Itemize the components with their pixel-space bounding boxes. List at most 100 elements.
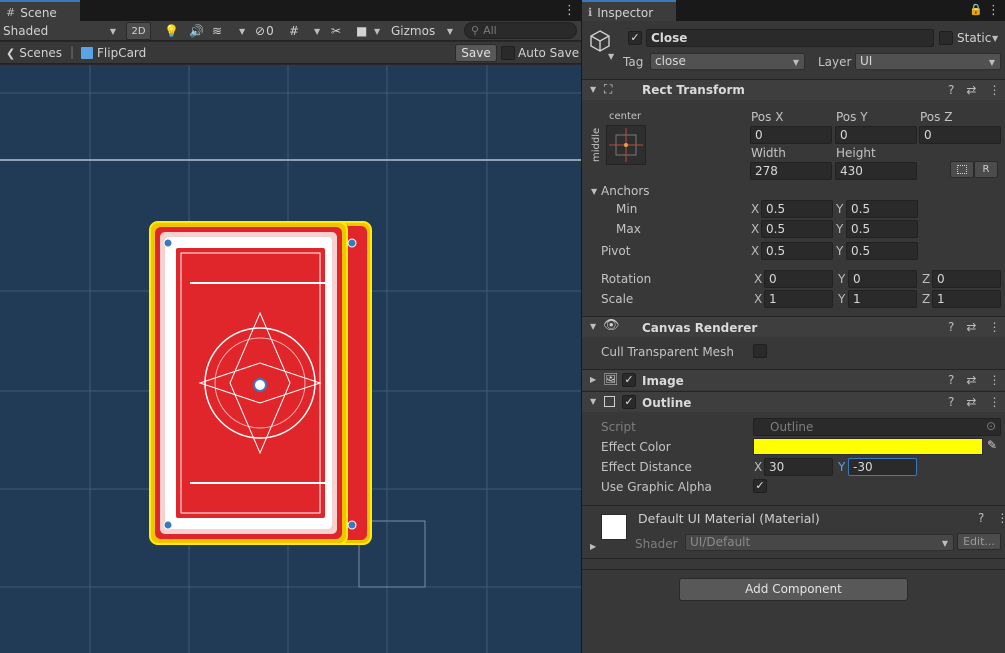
scene-search-input[interactable]: ⚲ All [464, 22, 577, 39]
help-icon[interactable]: ? [948, 320, 954, 334]
anchors-label[interactable]: Anchors [601, 184, 650, 198]
image-enabled-checkbox[interactable]: ✓ [622, 373, 636, 387]
eye-icon: 👁 [603, 318, 620, 333]
static-checkbox[interactable] [939, 31, 953, 45]
edit-shader-button[interactable]: Edit... [957, 533, 1001, 550]
lighting-icon[interactable]: 💡 [164, 22, 179, 40]
chevron-down-icon[interactable]: ▼ [591, 187, 597, 196]
height-input[interactable]: 430 [835, 162, 917, 180]
chevron-down-icon[interactable]: ▼ [239, 22, 245, 40]
active-checkbox[interactable]: ✓ [628, 31, 642, 45]
hidden-objects-icon[interactable]: ⊘ 0 [255, 22, 274, 40]
canvas-renderer-header[interactable]: ▼ 👁 Canvas Renderer ? ⇄ ⋮ [582, 316, 1005, 337]
help-icon[interactable]: ? [948, 373, 954, 387]
grid-snap-icon[interactable]: # [289, 22, 299, 40]
chevron-down-icon[interactable]: ▼ [374, 22, 380, 40]
save-button[interactable]: Save [455, 44, 497, 62]
component-header-icons: ? ⇄ ⋮ [948, 320, 1000, 334]
axis-y-label: Y [838, 272, 846, 286]
chevron-down-icon[interactable]: ▼ [608, 52, 614, 61]
flip-card[interactable] [149, 221, 357, 545]
effect-distance-label: Effect Distance [601, 460, 692, 474]
tools-icon[interactable]: ✂ [331, 22, 341, 40]
image-component-header[interactable]: ▶ 🖼 ✓ Image ? ⇄ ⋮ [582, 369, 1005, 390]
presets-icon[interactable]: ⇄ [966, 320, 976, 334]
target-icon[interactable]: ⊙ [986, 419, 996, 433]
presets-icon[interactable]: ⇄ [966, 395, 976, 409]
cull-transparent-mesh-checkbox[interactable] [753, 344, 767, 358]
anchor-preset-icon [609, 128, 643, 162]
more-menu-icon[interactable]: ⋮ [988, 395, 1000, 409]
effect-color-swatch[interactable] [753, 438, 983, 455]
more-menu-icon[interactable]: ⋮ [987, 3, 1000, 18]
tab-scene[interactable]: # Scene [0, 0, 80, 21]
scene-viewport[interactable] [0, 65, 581, 653]
scale-x-input[interactable]: 1 [764, 290, 833, 308]
pos-x-input[interactable]: 0 [750, 126, 832, 144]
pos-y-input[interactable]: 0 [835, 126, 917, 144]
shader-dropdown[interactable]: UI/Default [685, 534, 954, 551]
anchor-min-y-input[interactable]: 0.5 [846, 200, 918, 218]
rect-transform-header[interactable]: ▼ ⛶ Rect Transform ? ⇄ ⋮ [582, 79, 1005, 100]
anchor-max-y-input[interactable]: 0.5 [846, 220, 918, 238]
pivot-y-input[interactable]: 0.5 [846, 242, 918, 260]
chevron-right-icon[interactable]: ▶ [590, 542, 596, 551]
scale-y-input[interactable]: 1 [848, 290, 917, 308]
auto-save-checkbox[interactable] [501, 46, 515, 60]
help-icon[interactable]: ? [978, 511, 984, 525]
gizmos-dropdown[interactable]: Gizmos ▼ [391, 22, 455, 40]
presets-icon[interactable]: ⇄ [966, 373, 976, 387]
outline-component-header[interactable]: ▼ ✓ Outline ? ⇄ ⋮ [582, 391, 1005, 412]
material-preview[interactable] [601, 514, 627, 540]
width-label: Width [751, 146, 786, 160]
effects-icon[interactable]: ≋ [212, 22, 222, 40]
scale-z-input[interactable]: 1 [932, 290, 1001, 308]
tab-inspector[interactable]: ℹ Inspector [582, 0, 676, 21]
anchor-min-x-input[interactable]: 0.5 [761, 200, 833, 218]
anchor-max-label: Max [616, 222, 641, 236]
canvas-renderer-title: Canvas Renderer [642, 321, 758, 335]
effect-distance-y-input[interactable]: -30 [848, 458, 917, 476]
outline-enabled-checkbox[interactable]: ✓ [622, 395, 636, 409]
eyedropper-icon[interactable]: ✎ [987, 438, 997, 452]
axis-x-label: X [751, 244, 760, 258]
rotation-y-input[interactable]: 0 [848, 270, 917, 288]
use-graphic-alpha-checkbox[interactable]: ✓ [753, 479, 767, 493]
scene-panel: # Scene ⋮ Shaded ▼ 2D 💡 🔊 ≋ ▼ ⊘ 0 # ▼ ✂ ■… [0, 0, 581, 653]
search-icon: ⚲ [471, 24, 480, 37]
2d-mode-button[interactable]: 2D [126, 22, 151, 40]
width-input[interactable]: 278 [750, 162, 832, 180]
help-icon[interactable]: ? [948, 83, 954, 97]
layer-dropdown[interactable]: UI [855, 53, 1001, 70]
rotation-z-input[interactable]: 0 [932, 270, 1001, 288]
camera-icon[interactable]: ■ [356, 22, 367, 40]
pivot-x-input[interactable]: 0.5 [761, 242, 833, 260]
shading-mode-dropdown[interactable]: Shaded ▼ [3, 22, 119, 40]
anchor-presets-button[interactable] [606, 125, 646, 165]
chevron-down-icon[interactable]: ▼ [992, 34, 998, 43]
more-menu-icon[interactable]: ⋮ [996, 511, 1005, 525]
anchor-max-x-input[interactable]: 0.5 [761, 220, 833, 238]
blueprint-mode-button[interactable] [950, 161, 974, 178]
raw-edit-button[interactable]: R [974, 161, 998, 178]
lock-icon[interactable]: 🔒 [969, 3, 983, 16]
more-menu-icon[interactable]: ⋮ [988, 83, 1000, 97]
add-component-button[interactable]: Add Component [679, 578, 908, 601]
script-field: Outline [753, 418, 1001, 436]
more-menu-icon[interactable]: ⋮ [563, 3, 576, 18]
chevron-down-icon[interactable]: ▼ [314, 22, 320, 40]
hidden-count: 0 [266, 24, 274, 38]
shading-mode-label: Shaded [3, 24, 49, 38]
object-name-input[interactable]: Close [646, 29, 934, 47]
breadcrumb-scenes[interactable]: ❮ Scenes [6, 45, 62, 61]
audio-icon[interactable]: 🔊 [189, 22, 204, 40]
more-menu-icon[interactable]: ⋮ [988, 373, 1000, 387]
breadcrumb-flipcard[interactable]: FlipCard [81, 45, 146, 61]
more-menu-icon[interactable]: ⋮ [988, 320, 1000, 334]
rotation-x-input[interactable]: 0 [764, 270, 833, 288]
presets-icon[interactable]: ⇄ [966, 83, 976, 97]
pos-z-input[interactable]: 0 [919, 126, 1001, 144]
tag-dropdown[interactable]: close [650, 53, 805, 70]
help-icon[interactable]: ? [948, 395, 954, 409]
effect-distance-x-input[interactable]: 30 [764, 458, 833, 476]
